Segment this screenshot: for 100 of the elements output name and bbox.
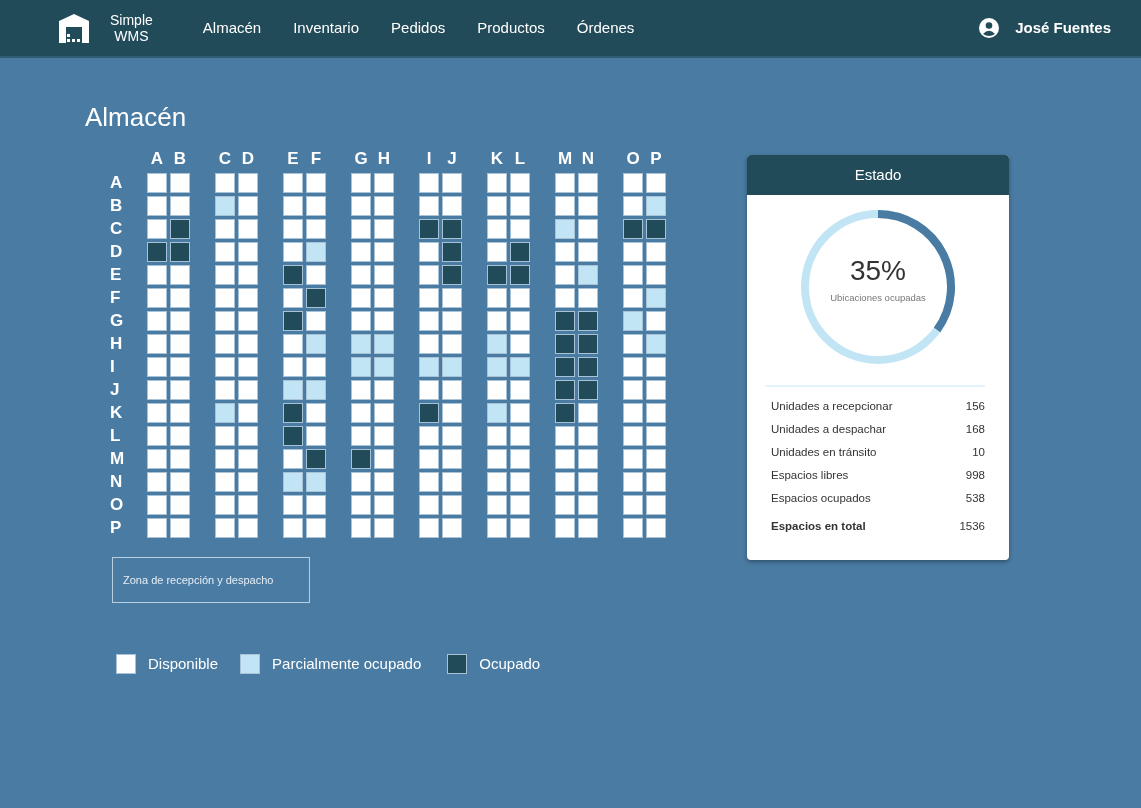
storage-slot[interactable] bbox=[419, 403, 439, 424]
storage-slot[interactable] bbox=[646, 265, 666, 286]
storage-slot[interactable] bbox=[215, 518, 235, 539]
storage-slot[interactable] bbox=[170, 426, 190, 447]
storage-slot[interactable] bbox=[170, 518, 190, 539]
storage-slot[interactable] bbox=[578, 288, 598, 309]
storage-slot[interactable] bbox=[442, 449, 462, 470]
storage-slot[interactable] bbox=[351, 495, 371, 516]
storage-slot[interactable] bbox=[555, 219, 575, 240]
storage-slot[interactable] bbox=[487, 334, 507, 355]
storage-slot[interactable] bbox=[283, 472, 303, 493]
storage-slot[interactable] bbox=[374, 219, 394, 240]
storage-slot[interactable] bbox=[238, 219, 258, 240]
storage-slot[interactable] bbox=[306, 403, 326, 424]
storage-slot[interactable] bbox=[487, 219, 507, 240]
storage-slot[interactable] bbox=[283, 426, 303, 447]
storage-slot[interactable] bbox=[510, 311, 530, 332]
storage-slot[interactable] bbox=[555, 495, 575, 516]
storage-slot[interactable] bbox=[147, 242, 167, 263]
nav-link[interactable]: Pedidos bbox=[391, 16, 446, 40]
storage-slot[interactable] bbox=[215, 357, 235, 378]
storage-slot[interactable] bbox=[306, 495, 326, 516]
storage-slot[interactable] bbox=[623, 518, 643, 539]
storage-slot[interactable] bbox=[170, 472, 190, 493]
storage-slot[interactable] bbox=[215, 219, 235, 240]
storage-slot[interactable] bbox=[578, 495, 598, 516]
storage-slot[interactable] bbox=[555, 380, 575, 401]
storage-slot[interactable] bbox=[487, 380, 507, 401]
storage-slot[interactable] bbox=[283, 311, 303, 332]
storage-slot[interactable] bbox=[306, 242, 326, 263]
storage-slot[interactable] bbox=[419, 518, 439, 539]
storage-slot[interactable] bbox=[351, 265, 371, 286]
storage-slot[interactable] bbox=[623, 242, 643, 263]
storage-slot[interactable] bbox=[555, 334, 575, 355]
storage-slot[interactable] bbox=[238, 495, 258, 516]
storage-slot[interactable] bbox=[555, 265, 575, 286]
storage-slot[interactable] bbox=[510, 449, 530, 470]
storage-slot[interactable] bbox=[646, 173, 666, 194]
storage-slot[interactable] bbox=[555, 288, 575, 309]
storage-slot[interactable] bbox=[170, 334, 190, 355]
storage-slot[interactable] bbox=[442, 472, 462, 493]
storage-slot[interactable] bbox=[623, 265, 643, 286]
storage-slot[interactable] bbox=[510, 196, 530, 217]
storage-slot[interactable] bbox=[646, 426, 666, 447]
storage-slot[interactable] bbox=[442, 265, 462, 286]
storage-slot[interactable] bbox=[170, 242, 190, 263]
storage-slot[interactable] bbox=[510, 518, 530, 539]
storage-slot[interactable] bbox=[215, 242, 235, 263]
storage-slot[interactable] bbox=[442, 334, 462, 355]
storage-slot[interactable] bbox=[578, 518, 598, 539]
storage-slot[interactable] bbox=[646, 380, 666, 401]
storage-slot[interactable] bbox=[351, 518, 371, 539]
storage-slot[interactable] bbox=[374, 426, 394, 447]
storage-slot[interactable] bbox=[215, 288, 235, 309]
storage-slot[interactable] bbox=[170, 196, 190, 217]
storage-slot[interactable] bbox=[351, 173, 371, 194]
storage-slot[interactable] bbox=[374, 196, 394, 217]
storage-slot[interactable] bbox=[646, 357, 666, 378]
storage-slot[interactable] bbox=[238, 196, 258, 217]
storage-slot[interactable] bbox=[555, 472, 575, 493]
storage-slot[interactable] bbox=[578, 173, 598, 194]
storage-slot[interactable] bbox=[487, 288, 507, 309]
storage-slot[interactable] bbox=[442, 288, 462, 309]
storage-slot[interactable] bbox=[646, 472, 666, 493]
storage-slot[interactable] bbox=[238, 357, 258, 378]
storage-slot[interactable] bbox=[170, 288, 190, 309]
storage-slot[interactable] bbox=[238, 380, 258, 401]
storage-slot[interactable] bbox=[374, 518, 394, 539]
storage-slot[interactable] bbox=[578, 472, 598, 493]
storage-slot[interactable] bbox=[555, 403, 575, 424]
storage-slot[interactable] bbox=[442, 495, 462, 516]
storage-slot[interactable] bbox=[510, 173, 530, 194]
storage-slot[interactable] bbox=[238, 288, 258, 309]
storage-slot[interactable] bbox=[147, 265, 167, 286]
storage-slot[interactable] bbox=[419, 242, 439, 263]
storage-slot[interactable] bbox=[442, 173, 462, 194]
storage-slot[interactable] bbox=[442, 403, 462, 424]
storage-slot[interactable] bbox=[646, 495, 666, 516]
storage-slot[interactable] bbox=[419, 472, 439, 493]
storage-slot[interactable] bbox=[283, 196, 303, 217]
storage-slot[interactable] bbox=[578, 334, 598, 355]
storage-slot[interactable] bbox=[374, 288, 394, 309]
storage-slot[interactable] bbox=[442, 196, 462, 217]
storage-slot[interactable] bbox=[487, 196, 507, 217]
storage-slot[interactable] bbox=[170, 265, 190, 286]
storage-slot[interactable] bbox=[215, 380, 235, 401]
storage-slot[interactable] bbox=[215, 472, 235, 493]
storage-slot[interactable] bbox=[623, 357, 643, 378]
storage-slot[interactable] bbox=[170, 357, 190, 378]
storage-slot[interactable] bbox=[374, 472, 394, 493]
storage-slot[interactable] bbox=[419, 288, 439, 309]
storage-slot[interactable] bbox=[510, 495, 530, 516]
storage-slot[interactable] bbox=[238, 311, 258, 332]
storage-slot[interactable] bbox=[306, 219, 326, 240]
storage-slot[interactable] bbox=[147, 173, 167, 194]
storage-slot[interactable] bbox=[646, 334, 666, 355]
storage-slot[interactable] bbox=[578, 196, 598, 217]
storage-slot[interactable] bbox=[215, 403, 235, 424]
storage-slot[interactable] bbox=[306, 288, 326, 309]
storage-slot[interactable] bbox=[510, 403, 530, 424]
